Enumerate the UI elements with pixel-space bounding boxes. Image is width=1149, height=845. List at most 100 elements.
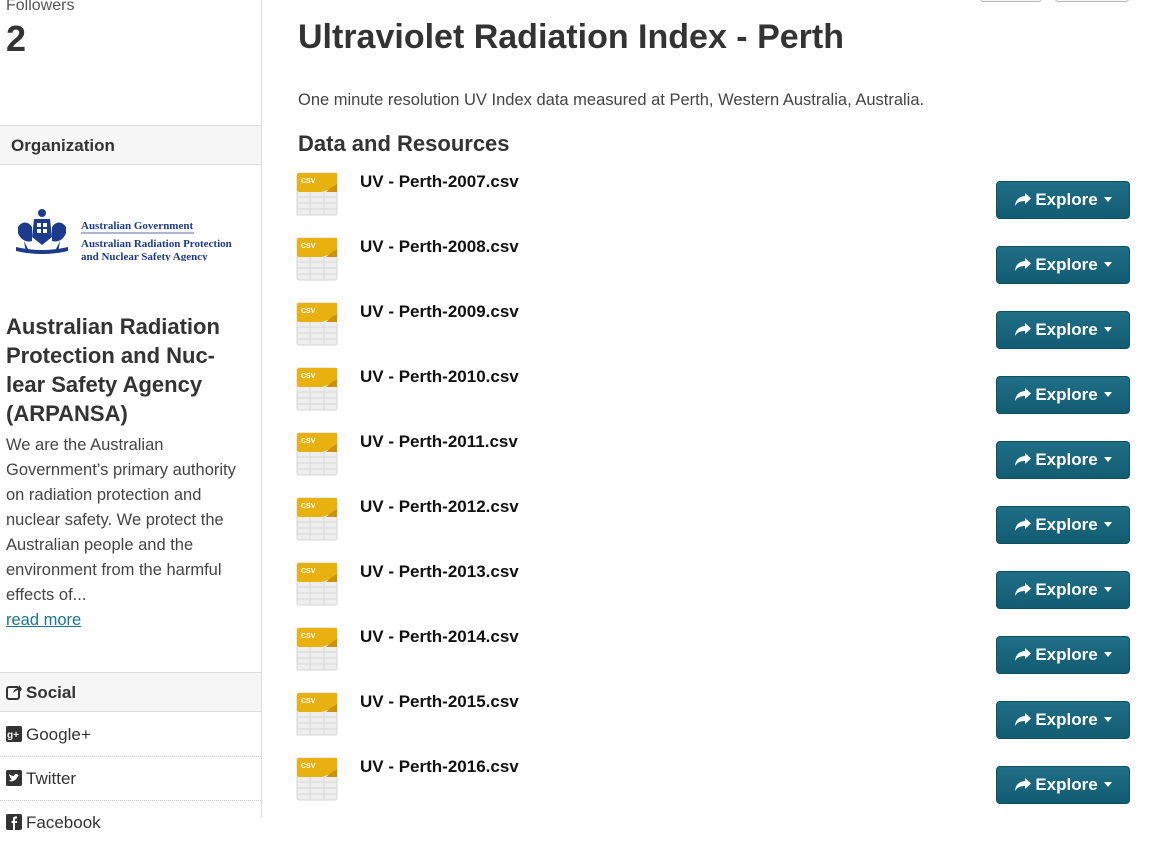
share-arrow-icon xyxy=(1015,453,1032,466)
share-arrow-icon xyxy=(1015,648,1032,661)
top-action-button-1[interactable] xyxy=(980,0,1042,2)
caret-down-icon xyxy=(1103,457,1112,462)
organization-name[interactable]: Australian Radiation Protection and Nuc-… xyxy=(6,312,246,428)
share-icon xyxy=(6,685,22,700)
logo-line-3: and Nuclear Safety Agency xyxy=(81,251,208,261)
csv-format-label: CSV xyxy=(301,698,316,705)
csv-format-label: CSV xyxy=(301,438,316,445)
share-arrow-icon xyxy=(1015,583,1032,596)
explore-button-label: Explore xyxy=(1035,320,1098,339)
csv-file-icon: CSV xyxy=(296,367,338,411)
resource-link[interactable]: UV - Perth-2015.csv xyxy=(360,692,519,712)
explore-button-label: Explore xyxy=(1035,385,1098,404)
logo-line-1: Australian Government xyxy=(81,220,193,232)
svg-text:g+: g+ xyxy=(7,730,19,741)
csv-file-icon: CSV xyxy=(296,432,338,476)
explore-button[interactable]: Explore xyxy=(996,766,1130,804)
csv-file-icon: CSV xyxy=(296,757,338,801)
csv-format-label: CSV xyxy=(301,503,316,510)
explore-button[interactable]: Explore xyxy=(996,571,1130,609)
csv-file-icon: CSV xyxy=(296,692,338,736)
explore-button-label: Explore xyxy=(1035,775,1098,794)
dataset-description: One minute resolution UV Index data meas… xyxy=(298,91,925,109)
csv-format-label: CSV xyxy=(301,243,316,250)
organization-description-text: We are the Australian Government’s prima… xyxy=(6,436,236,604)
csv-format-label: CSV xyxy=(301,763,316,770)
csv-file-icon: CSV xyxy=(296,172,338,216)
explore-button-label: Explore xyxy=(1035,515,1098,534)
coat-of-arms-icon xyxy=(16,209,68,254)
resource-item: CSV UV - Perth-2010.csv Explore xyxy=(296,367,1130,427)
resource-link[interactable]: UV - Perth-2011.csv xyxy=(360,432,518,452)
share-arrow-icon xyxy=(1015,193,1032,206)
caret-down-icon xyxy=(1103,197,1112,202)
logo-line-2: Australian Radiation Protection xyxy=(81,238,232,250)
social-item-twitter[interactable]: Twitter xyxy=(0,757,261,801)
explore-button-label: Explore xyxy=(1035,190,1098,209)
share-arrow-icon xyxy=(1015,388,1032,401)
google-plus-icon: g+ xyxy=(6,726,22,742)
caret-down-icon xyxy=(1103,392,1112,397)
caret-down-icon xyxy=(1103,717,1112,722)
csv-format-label: CSV xyxy=(301,568,316,575)
resources-heading: Data and Resources xyxy=(298,131,510,156)
csv-format-label: CSV xyxy=(301,308,316,315)
explore-button-label: Explore xyxy=(1035,450,1098,469)
resource-link[interactable]: UV - Perth-2016.csv xyxy=(360,757,519,777)
csv-file-icon: CSV xyxy=(296,237,338,281)
caret-down-icon xyxy=(1103,652,1112,657)
resource-item: CSV UV - Perth-2007.csv Explore xyxy=(296,172,1130,232)
explore-button[interactable]: Explore xyxy=(996,311,1130,349)
resource-link[interactable]: UV - Perth-2012.csv xyxy=(360,497,519,517)
csv-file-icon: CSV xyxy=(296,497,338,541)
explore-button-label: Explore xyxy=(1035,255,1098,274)
resource-link[interactable]: UV - Perth-2010.csv xyxy=(360,367,519,387)
resource-item: CSV UV - Perth-2012.csv Explore xyxy=(296,497,1130,557)
resource-link[interactable]: UV - Perth-2013.csv xyxy=(360,562,519,582)
csv-file-icon: CSV xyxy=(296,562,338,606)
social-item-label: Google+ xyxy=(26,725,91,744)
resource-item: CSV UV - Perth-2009.csv Explore xyxy=(296,302,1130,362)
share-arrow-icon xyxy=(1015,323,1032,336)
csv-format-label: CSV xyxy=(301,178,316,185)
explore-button[interactable]: Explore xyxy=(996,701,1130,739)
resource-item: CSV UV - Perth-2008.csv Explore xyxy=(296,237,1130,297)
resource-link[interactable]: UV - Perth-2007.csv xyxy=(360,172,519,192)
resource-link[interactable]: UV - Perth-2009.csv xyxy=(360,302,519,322)
csv-file-icon: CSV xyxy=(296,302,338,346)
resource-item: CSV UV - Perth-2013.csv Explore xyxy=(296,562,1130,622)
social-item-label: Facebook xyxy=(26,813,101,832)
social-item-facebook[interactable]: Facebook xyxy=(0,801,261,845)
csv-format-label: CSV xyxy=(301,633,316,640)
explore-button[interactable]: Explore xyxy=(996,181,1130,219)
resource-item: CSV UV - Perth-2011.csv Explore xyxy=(296,432,1130,492)
explore-button[interactable]: Explore xyxy=(996,441,1130,479)
social-item-google-plus[interactable]: g+ Google+ xyxy=(0,713,261,757)
page-title: Ultraviolet Radiation Index - Perth xyxy=(298,18,844,56)
social-heading-label: Social xyxy=(26,683,77,702)
organization-description: We are the Australian Government’s prima… xyxy=(6,433,246,633)
resource-item: CSV UV - Perth-2014.csv Explore xyxy=(296,627,1130,687)
explore-button[interactable]: Explore xyxy=(996,506,1130,544)
explore-button-label: Explore xyxy=(1035,645,1098,664)
csv-format-label: CSV xyxy=(301,373,316,380)
csv-file-icon: CSV xyxy=(296,627,338,671)
explore-button-label: Explore xyxy=(1035,710,1098,729)
caret-down-icon xyxy=(1103,587,1112,592)
resource-link[interactable]: UV - Perth-2014.csv xyxy=(360,627,519,647)
resource-link[interactable]: UV - Perth-2008.csv xyxy=(360,237,519,257)
read-more-link[interactable]: read more xyxy=(6,611,81,629)
organization-logo[interactable]: Australian Government Australian Radiati… xyxy=(14,207,236,261)
explore-button-label: Explore xyxy=(1035,580,1098,599)
resource-item: CSV UV - Perth-2016.csv Explore xyxy=(296,757,1130,817)
organization-heading: Organization xyxy=(0,125,261,165)
caret-down-icon xyxy=(1103,262,1112,267)
explore-button[interactable]: Explore xyxy=(996,636,1130,674)
top-action-button-2[interactable] xyxy=(1055,0,1129,2)
explore-button[interactable]: Explore xyxy=(996,376,1130,414)
followers-count: 2 xyxy=(6,18,27,59)
caret-down-icon xyxy=(1103,782,1112,787)
explore-button[interactable]: Explore xyxy=(996,246,1130,284)
social-heading: Social xyxy=(0,672,261,712)
share-arrow-icon xyxy=(1015,518,1032,531)
